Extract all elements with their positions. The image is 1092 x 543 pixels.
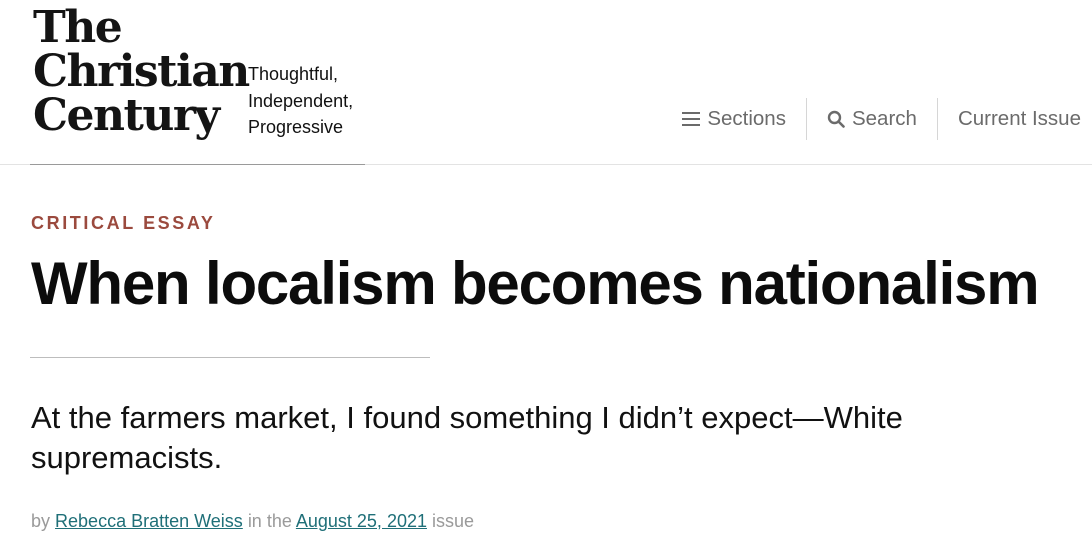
search-button[interactable]: Search [805,98,937,140]
article-category[interactable]: CRITICAL ESSAY [31,213,215,234]
site-tagline: Thoughtful, Independent, Progressive [248,61,353,141]
byline-issue: issue [432,511,475,531]
issue-date-link[interactable]: August 25, 2021 [296,511,427,531]
current-issue-link[interactable]: Current Issue [936,98,1092,140]
logo-line-3: Century [33,90,220,141]
article-title: When localism becomes nationalism [31,250,1040,317]
author-link[interactable]: Rebecca Bratten Weiss [55,511,243,531]
tagline-line-2: Independent, [248,90,354,111]
site-logo[interactable]: The Christian Century [33,2,250,141]
byline-by: by [31,511,51,531]
byline-in-the: in the [247,511,292,531]
site-header: The Christian Century Thoughtful, Indepe… [0,0,1092,165]
logo-divider [30,164,365,165]
search-label: Search [851,107,917,130]
sections-button[interactable]: Sections [662,98,806,140]
sections-label: Sections [707,107,786,130]
search-icon [827,110,845,128]
article-dek: At the farmers market, I found something… [31,400,903,475]
tagline-line-1: Thoughtful, [248,64,339,84]
title-divider [30,357,430,358]
main-nav: Sections Search Current Issue [662,98,1092,140]
tagline-line-3: Progressive [248,117,344,137]
current-issue-label: Current Issue [957,107,1081,130]
logo-line-2: Christian [33,46,250,97]
byline: by Rebecca Bratten Weiss in the August 2… [31,511,474,532]
hamburger-menu-icon [682,112,701,126]
logo-line-1: The [33,2,123,53]
